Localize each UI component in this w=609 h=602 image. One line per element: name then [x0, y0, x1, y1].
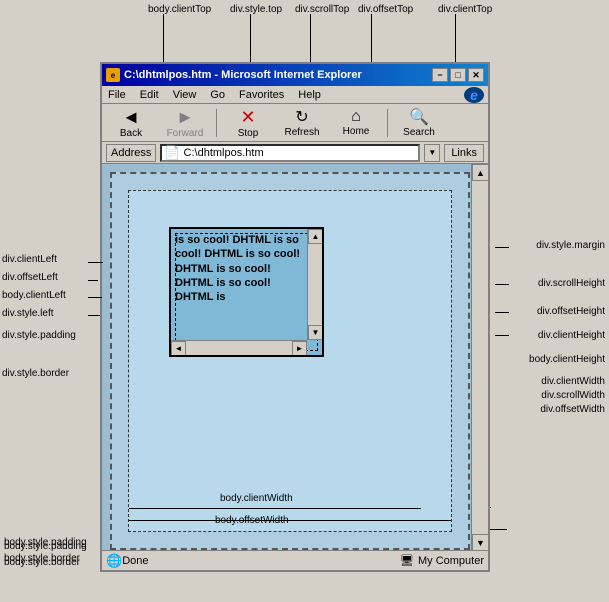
maximize-button[interactable]: □	[450, 68, 466, 82]
home-button[interactable]: ⌂ Home	[331, 107, 381, 139]
label-body-offset-width-text: body.offsetWidth	[215, 514, 289, 526]
content-area: is so cool! DHTML is so cool! DHTML is s…	[102, 164, 488, 568]
tick-div-client-top	[455, 14, 456, 64]
close-button[interactable]: ✕	[468, 68, 484, 82]
label-div-scroll-width: div.scrollWidth	[541, 390, 605, 401]
div-hscroll[interactable]: ◄ ►	[171, 340, 307, 355]
label-div-offset-top: div.offsetTop	[358, 4, 413, 15]
menu-file[interactable]: File	[106, 89, 128, 101]
ie-window: e C:\dhtmlpos.htm - Microsoft Internet E…	[100, 62, 490, 572]
address-input[interactable]	[184, 147, 417, 159]
label-body-client-width-text: body.clientWidth	[220, 492, 293, 504]
tick-div-style-top	[250, 14, 251, 64]
div-text: is so cool! DHTML is so cool! DHTML is s…	[175, 234, 300, 303]
status-computer: My Computer	[418, 555, 484, 567]
content-margin: is so cool! DHTML is so cool! DHTML is s…	[128, 190, 452, 532]
label-body-client-height: body.clientHeight	[529, 354, 605, 365]
label-div-scroll-height: div.scrollHeight	[538, 278, 605, 289]
label-div-offset-height: div.offsetHeight	[537, 306, 605, 317]
toolbar-sep-2	[387, 109, 388, 137]
label-div-scroll-top: div.scrollTop	[295, 4, 349, 15]
ie-logo: e	[464, 87, 484, 103]
browser-vscroll-down[interactable]: ▼	[472, 534, 488, 551]
forward-button[interactable]: ► Forward	[160, 107, 210, 139]
toolbar: ◄ Back ► Forward ✕ Stop ↻ Refresh ⌂ Home	[102, 104, 488, 142]
label-body-client-top-top: body.clientTop	[148, 4, 211, 15]
div-vscroll-up[interactable]: ▲	[308, 229, 323, 244]
label-body-style-border-text: body.style.border	[4, 552, 80, 564]
tick-div-style-margin-r	[495, 247, 509, 248]
tick-body-client-top	[163, 14, 164, 64]
label-div-client-top: div.clientTop	[438, 4, 492, 15]
menu-view[interactable]: View	[171, 89, 199, 101]
browser-vscroll[interactable]: ▲ ▼	[471, 164, 488, 551]
title-controls[interactable]: − □ ✕	[432, 68, 484, 82]
browser-vscroll-up[interactable]: ▲	[472, 164, 488, 181]
div-content: is so cool! DHTML is so cool! DHTML is s…	[171, 229, 306, 339]
label-div-style-border: div.style.border	[2, 368, 69, 379]
diagram-container: body.clientTop div.style.top div.scrollT…	[0, 0, 609, 602]
label-div-client-width: div.clientWidth	[541, 376, 605, 387]
ie-icon: e	[106, 68, 120, 82]
title-bar: e C:\dhtmlpos.htm - Microsoft Internet E…	[102, 64, 488, 86]
meas-line-h1	[129, 520, 451, 521]
tick-div-offset-top	[371, 14, 372, 64]
label-div-client-left: div.clientLeft	[2, 254, 57, 265]
label-div-style-padding: div.style.padding	[2, 330, 76, 341]
address-input-wrapper: 📄	[160, 144, 420, 162]
menu-edit[interactable]: Edit	[138, 89, 161, 101]
address-label: Address	[106, 144, 156, 162]
label-div-style-top: div.style.top	[230, 4, 282, 15]
status-done: Done	[122, 555, 148, 567]
label-body-style-padding-text: body.style.padding	[4, 536, 87, 548]
menu-bar: File Edit View Go Favorites Help e	[102, 86, 488, 104]
refresh-button[interactable]: ↻ Refresh	[277, 107, 327, 139]
tick-div-client-height-r	[495, 335, 509, 336]
search-button[interactable]: 🔍 Search	[394, 107, 444, 139]
menu-go[interactable]: Go	[208, 89, 227, 101]
label-div-client-height: div.clientHeight	[538, 330, 605, 341]
title-bar-left: e C:\dhtmlpos.htm - Microsoft Internet E…	[106, 68, 362, 82]
label-body-client-left: body.clientLeft	[2, 290, 66, 301]
status-icon: 🌐	[106, 553, 122, 569]
div-vscroll-down[interactable]: ▼	[308, 325, 323, 340]
meas-line-h2	[129, 508, 421, 509]
links-button[interactable]: Links	[444, 144, 484, 162]
window-title: C:\dhtmlpos.htm - Microsoft Internet Exp…	[124, 69, 362, 81]
label-div-offset-left: div.offsetLeft	[2, 272, 58, 283]
tick-div-style-left	[88, 315, 100, 316]
tick-div-scroll-top	[310, 14, 311, 64]
tick-div-offset-height-r	[495, 312, 509, 313]
address-bar: Address 📄 ▼ Links	[102, 142, 488, 164]
div-hscroll-right[interactable]: ►	[292, 341, 307, 356]
tick-div-scroll-height-r	[495, 284, 509, 285]
label-div-style-left: div.style.left	[2, 308, 54, 319]
label-div-style-margin: div.style.margin	[536, 240, 605, 251]
toolbar-sep-1	[216, 109, 217, 137]
computer-icon: 🖥	[400, 554, 414, 567]
demo-div: is so cool! DHTML is so cool! DHTML is s…	[169, 227, 324, 357]
tick-body-client-left	[88, 297, 102, 298]
address-page-icon: 📄	[164, 145, 180, 161]
stop-button[interactable]: ✕ Stop	[223, 107, 273, 139]
status-right: 🖥 My Computer	[400, 554, 484, 567]
menu-favorites[interactable]: Favorites	[237, 89, 286, 101]
back-button[interactable]: ◄ Back	[106, 107, 156, 139]
minimize-button[interactable]: −	[432, 68, 448, 82]
menu-help[interactable]: Help	[296, 89, 323, 101]
label-div-offset-width: div.offsetWidth	[540, 404, 605, 415]
div-vscroll[interactable]: ▲ ▼	[307, 229, 322, 340]
div-hscroll-left[interactable]: ◄	[171, 341, 186, 356]
tick-div-client-left	[88, 262, 103, 263]
tick-div-offset-left	[88, 280, 98, 281]
address-dropdown[interactable]: ▼	[424, 144, 440, 162]
status-bar: 🌐 Done 🖥 My Computer	[102, 550, 488, 570]
